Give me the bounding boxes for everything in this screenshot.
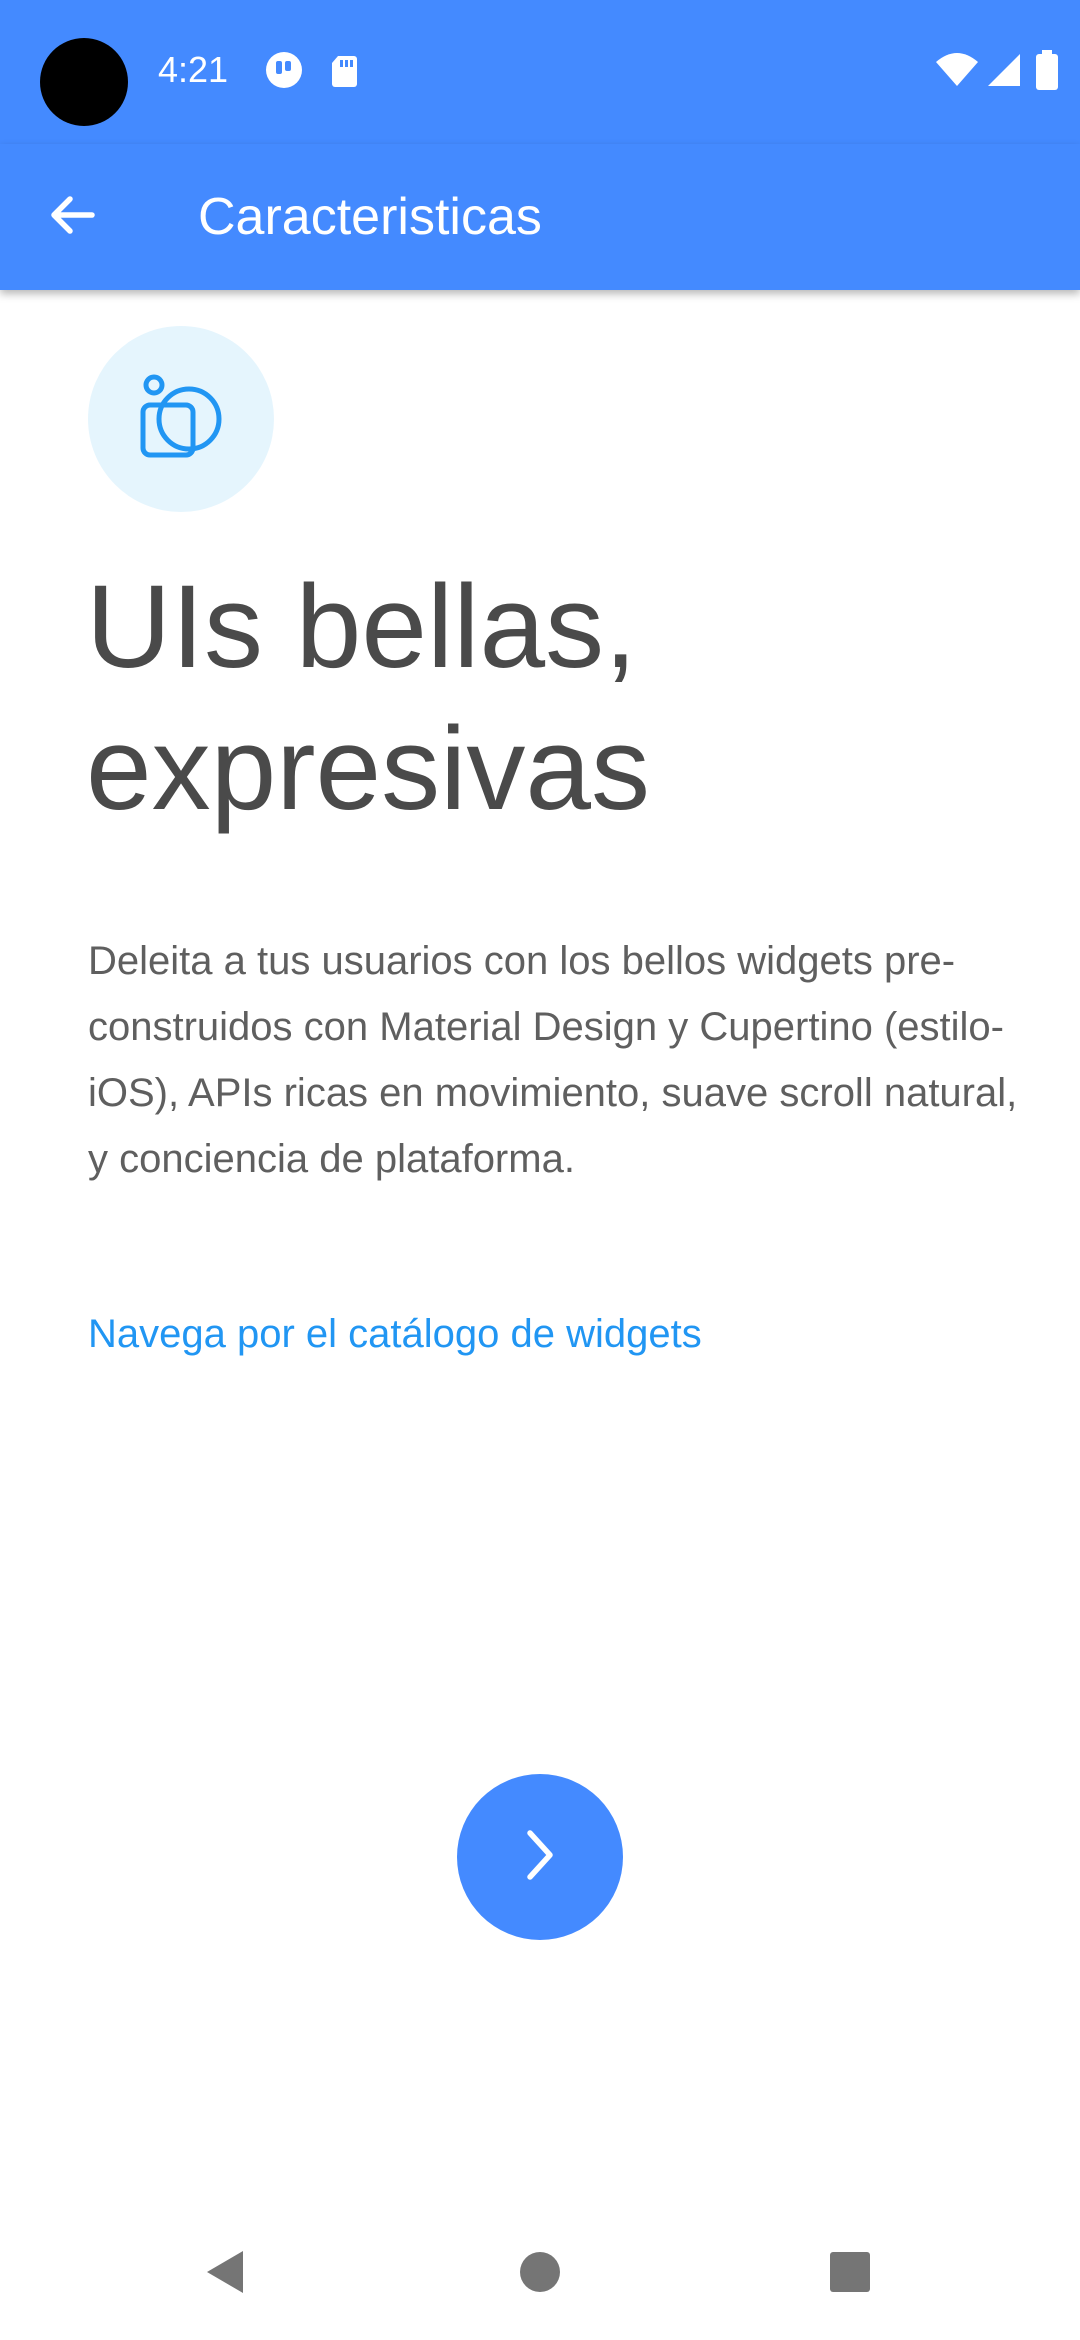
- arrow-back-icon: [44, 187, 100, 248]
- cellular-signal-icon: [984, 50, 1024, 90]
- nav-recents-button[interactable]: [800, 2224, 900, 2324]
- back-button[interactable]: [36, 181, 108, 253]
- status-time: 4:21: [158, 49, 229, 90]
- next-button[interactable]: [457, 1774, 623, 1940]
- notification-app-icon: [264, 50, 304, 90]
- feature-description: Deleita a tus usuarios con los bellos wi…: [88, 939, 1018, 1181]
- chevron-right-icon: [508, 1823, 572, 1892]
- battery-icon: [1034, 50, 1060, 90]
- nav-home-button[interactable]: [490, 2224, 590, 2324]
- app-screen: 4:21 Caracteristicas UIs bellas, expresi…: [0, 0, 1080, 2340]
- feature-icon-badge: [88, 326, 274, 512]
- app-bar-title: Caracteristicas: [198, 188, 542, 246]
- app-bar: Caracteristicas: [0, 144, 1080, 290]
- wifi-icon: [934, 50, 980, 90]
- nav-back-button[interactable]: [176, 2224, 276, 2324]
- feature-headline: UIs bellas, expresivas: [86, 561, 651, 835]
- shapes-icon: [131, 367, 231, 472]
- nav-back-icon: [201, 2247, 251, 2302]
- nav-home-icon: [518, 2250, 562, 2299]
- system-nav-bar: [0, 2210, 1080, 2340]
- status-bar: 4:21: [0, 0, 1080, 144]
- nav-recents-icon: [828, 2250, 872, 2299]
- camera-cutout: [40, 38, 128, 126]
- sd-card-icon: [326, 50, 366, 90]
- widget-catalog-link[interactable]: Navega por el catálogo de widgets: [88, 1306, 702, 1362]
